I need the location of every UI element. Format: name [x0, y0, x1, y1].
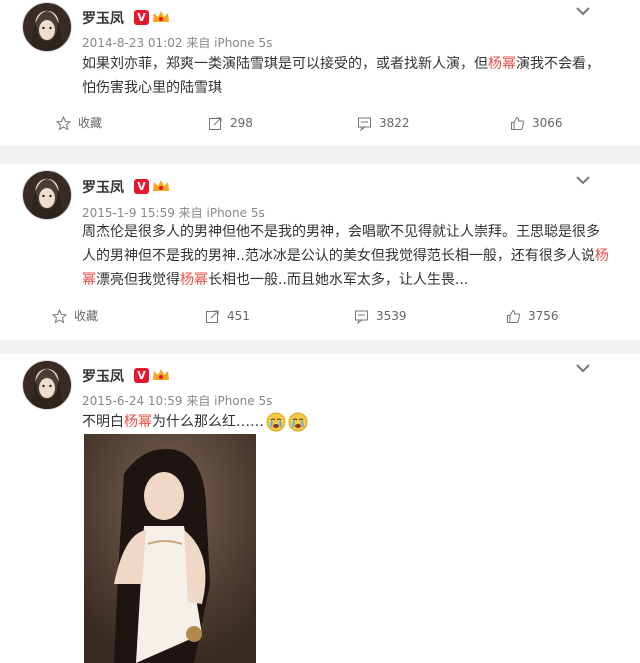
action-bar: 收藏 298 3822 3066 — [0, 105, 640, 141]
post-separator — [0, 146, 640, 164]
comment-count: 3539 — [376, 309, 407, 323]
crying-emoji-icon — [266, 412, 286, 432]
crown-badge-icon — [153, 180, 169, 191]
comment-icon — [355, 310, 368, 324]
author-name[interactable]: 罗玉凤 — [82, 366, 124, 386]
chevron-down-icon[interactable] — [576, 363, 590, 373]
content-text: 长相也一般..而且她水军太多，让人生畏... — [208, 272, 469, 288]
repost-count: 451 — [227, 309, 250, 323]
author-name[interactable]: 罗玉凤 — [82, 177, 124, 197]
weibo-post-1: 罗玉凤 V 2014-8-23 01:02 来自 iPhone 5s 如果刘亦菲… — [0, 0, 640, 146]
avatar[interactable] — [22, 2, 72, 52]
post-photo[interactable] — [84, 434, 256, 663]
collect-label: 收藏 — [74, 309, 99, 323]
crying-emoji-icon — [288, 412, 308, 432]
content-text: 如果刘亦菲，郑爽一类演陆雪琪是可以接受的，或者找新人演，但 — [82, 56, 488, 72]
chevron-down-icon[interactable] — [576, 6, 590, 16]
repost-icon — [206, 310, 219, 323]
repost-count: 298 — [230, 116, 253, 130]
action-bar: 收藏 451 3539 3756 — [0, 298, 640, 334]
star-icon — [52, 309, 67, 324]
repost-icon — [209, 117, 222, 130]
collect-label: 收藏 — [78, 116, 103, 130]
verified-badge: V — [134, 179, 149, 194]
comment-icon — [358, 117, 371, 131]
verified-badge: V — [134, 10, 149, 25]
post-content: 不明白杨幂为什么那么红…… — [82, 410, 282, 434]
content-text: 不明白 — [82, 414, 124, 430]
comment-count: 3822 — [379, 116, 410, 130]
verified-badge: V — [134, 368, 149, 383]
topic-link[interactable]: 杨幂 — [488, 56, 516, 72]
post-content: 如果刘亦菲，郑爽一类演陆雪琪是可以接受的，或者找新人演，但杨幂演我不会看，怕伤害… — [82, 52, 612, 100]
post-meta: 2014-8-23 01:02 来自 iPhone 5s — [82, 36, 273, 50]
content-text: 漂亮但我觉得 — [96, 272, 180, 288]
topic-link[interactable]: 杨幂 — [180, 272, 208, 288]
content-text: 为什么那么红…… — [152, 414, 264, 430]
content-text: 周杰伦是很多人的男神但他不是我的男神，会唱歌不见得就让人崇拜。王思聪是很多人的男… — [82, 224, 600, 264]
post-content: 周杰伦是很多人的男神但他不是我的男神，会唱歌不见得就让人崇拜。王思聪是很多人的男… — [82, 220, 612, 292]
post-separator — [0, 340, 640, 354]
weibo-post-2: 罗玉凤 V 2015-1-9 15:59 来自 iPhone 5s 周杰伦是很多… — [0, 164, 640, 340]
crown-badge-icon — [153, 369, 169, 380]
star-icon — [56, 116, 71, 131]
post-meta: 2015-6-24 10:59 来自 iPhone 5s — [82, 394, 273, 408]
like-count: 3756 — [528, 309, 559, 323]
like-count: 3066 — [532, 116, 563, 130]
thumbs-up-icon — [511, 116, 525, 130]
topic-link[interactable]: 杨幂 — [124, 414, 152, 430]
post-meta: 2015-1-9 15:59 来自 iPhone 5s — [82, 206, 265, 220]
avatar[interactable] — [22, 360, 72, 410]
author-name[interactable]: 罗玉凤 — [82, 8, 124, 28]
crown-badge-icon — [153, 11, 169, 22]
chevron-down-icon[interactable] — [576, 175, 590, 185]
avatar[interactable] — [22, 170, 72, 220]
thumbs-up-icon — [507, 309, 521, 323]
